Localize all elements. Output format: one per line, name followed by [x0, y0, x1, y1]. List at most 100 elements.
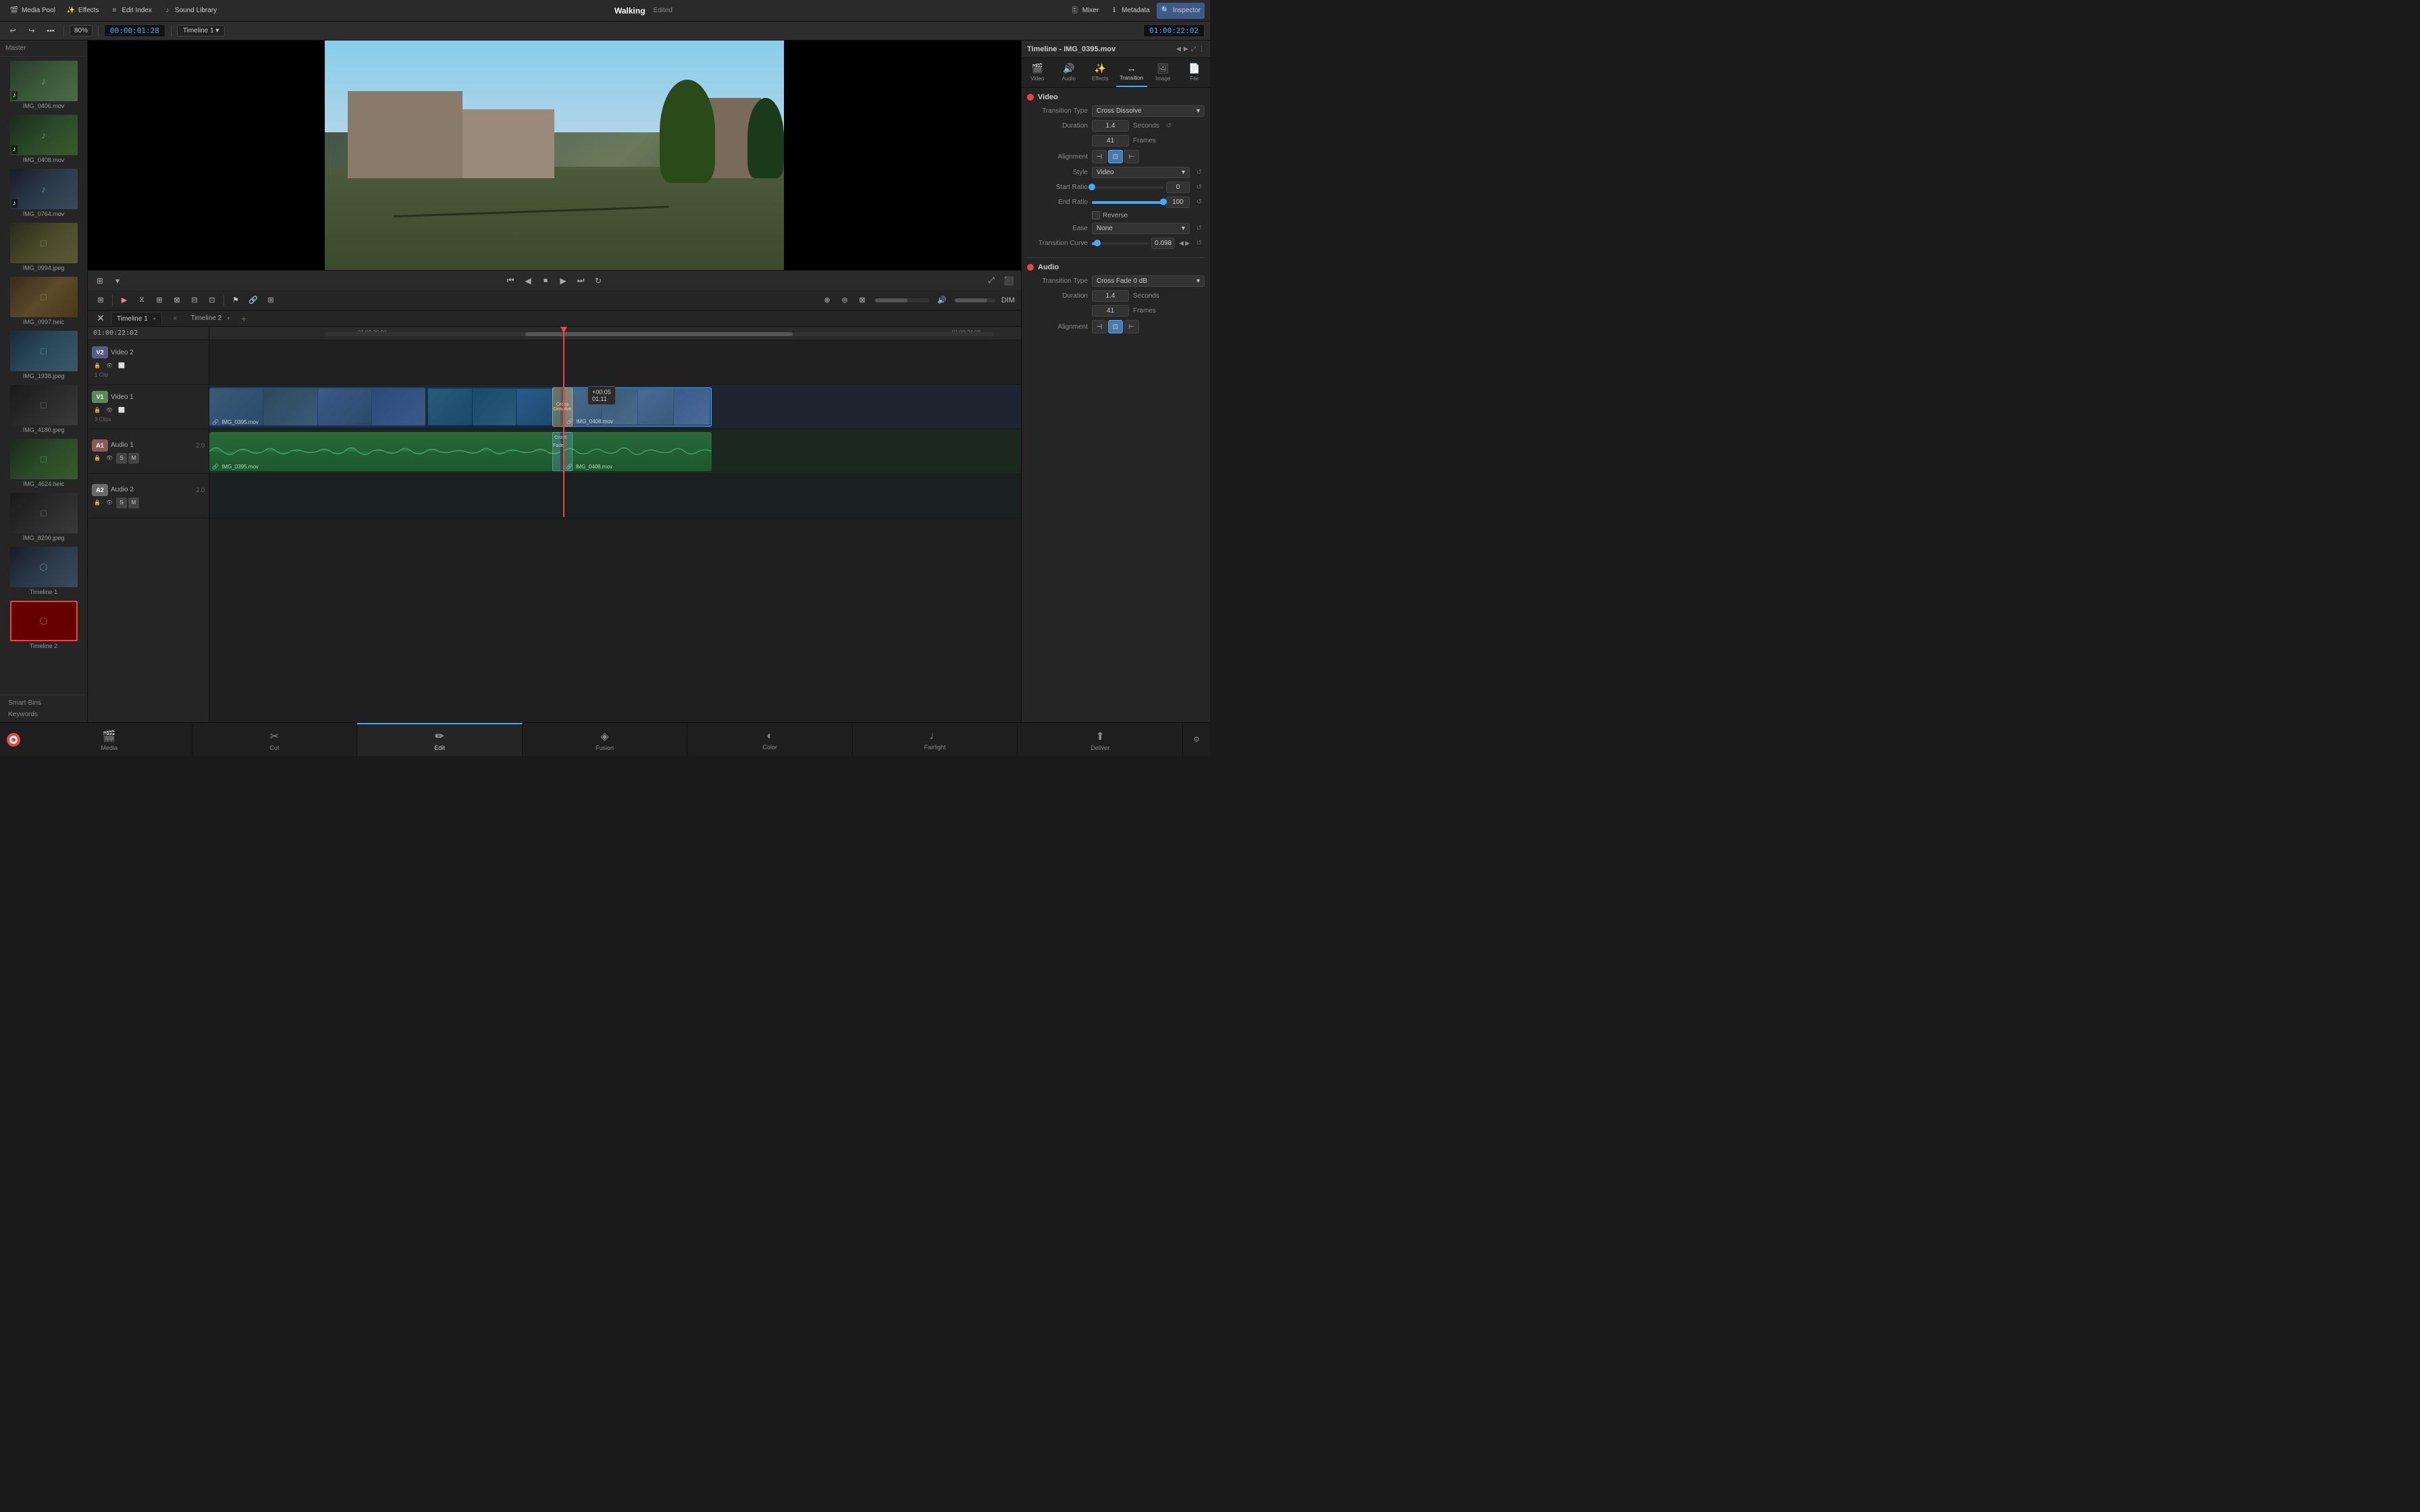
a1-lock-btn[interactable]: 🔒: [92, 453, 103, 464]
media-item-img0764[interactable]: ♪ ♪ IMG_0764.mov: [3, 167, 84, 219]
ext-monitor-btn[interactable]: ⬛: [1002, 274, 1016, 288]
inspector-expand-btn[interactable]: ⤢: [1191, 45, 1196, 53]
tab-cut[interactable]: ✂ Cut: [192, 723, 358, 756]
start-ratio-thumb[interactable]: [1088, 184, 1095, 190]
ease-dropdown[interactable]: None ▾: [1092, 223, 1190, 234]
audio-align-left-btn[interactable]: ⊣: [1092, 320, 1107, 333]
tab-image[interactable]: 🖼 Image: [1147, 58, 1179, 87]
media-item-img1938[interactable]: □ IMG_1938.jpeg: [3, 329, 84, 381]
preview-menu-btn[interactable]: ⊞: [93, 274, 107, 288]
tc-prev[interactable]: ◀: [1179, 240, 1184, 247]
media-item-img0997[interactable]: □ IMG_0997.heic: [3, 275, 84, 327]
tab-timeline2[interactable]: Timeline 2 ▾: [185, 312, 235, 325]
edit-index-btn[interactable]: ≡ Edit Index: [105, 3, 155, 19]
v1-clip-mid[interactable]: [427, 387, 562, 427]
tab-effects[interactable]: ✨ Effects: [1084, 58, 1116, 87]
tab-audio[interactable]: 🔊 Audio: [1053, 58, 1085, 87]
align-left-btn[interactable]: ⊣: [1092, 150, 1107, 163]
zoom-fit-btn[interactable]: ⊠: [855, 293, 870, 308]
add-timeline-btn[interactable]: +: [238, 313, 250, 325]
zoom-in-timeline-btn[interactable]: ⊕: [820, 293, 835, 308]
a1-clip1[interactable]: 🔗 IMG_0395.mov: [209, 432, 560, 471]
v1-eye-btn[interactable]: 👁: [104, 404, 115, 415]
tab-color[interactable]: ◐ Color: [687, 723, 853, 756]
style-dropdown[interactable]: Video ▾: [1092, 167, 1190, 178]
preview-chevron-btn[interactable]: ▾: [111, 274, 124, 288]
tc-input[interactable]: 0.098: [1151, 238, 1175, 249]
a1-m-btn[interactable]: M: [128, 453, 139, 464]
sound-library-btn[interactable]: ♪ Sound Library: [159, 3, 221, 19]
loop-btn[interactable]: ↻: [591, 274, 605, 288]
undo-btn[interactable]: ↩: [5, 24, 20, 38]
skip-to-start-btn[interactable]: ⏮: [504, 274, 517, 288]
a2-lock-btn[interactable]: 🔒: [92, 497, 103, 508]
audio-align-center-btn[interactable]: ⊡: [1108, 320, 1123, 333]
v1-clip-btn[interactable]: ⬜: [116, 404, 127, 415]
inspector-btn[interactable]: 🔍 Inspector: [1157, 3, 1205, 19]
ease-reset-btn[interactable]: ↺: [1194, 223, 1205, 234]
v1-lock-btn[interactable]: 🔒: [92, 404, 103, 415]
audio-vol-btn[interactable]: 🔊: [935, 293, 949, 308]
end-ratio-slider[interactable]: 100: [1092, 196, 1190, 208]
media-item-img0408[interactable]: ♪ ♪ IMG_0408.mov: [3, 113, 84, 165]
align-right-btn[interactable]: ⊢: [1124, 150, 1139, 163]
blade-tool-btn[interactable]: ⧖: [134, 293, 149, 308]
timeline-scrollbar-thumb[interactable]: [525, 332, 793, 336]
settings-btn[interactable]: ⚙: [1183, 735, 1210, 744]
skip-to-end-btn[interactable]: ⏭: [574, 274, 587, 288]
timeline-scrollbar[interactable]: [324, 332, 994, 336]
link-btn[interactable]: 🔗: [246, 293, 261, 308]
tc-thumb[interactable]: [1094, 240, 1101, 246]
start-ratio-track[interactable]: [1092, 186, 1163, 189]
reverse-checkbox-label[interactable]: Reverse: [1092, 211, 1128, 219]
tab-fairlight[interactable]: ♩ Fairlight: [853, 723, 1018, 756]
redo-btn[interactable]: ↪: [24, 24, 39, 38]
tab-timeline1-chevron[interactable]: ▾: [153, 316, 156, 322]
a2-m-btn[interactable]: M: [128, 497, 139, 508]
audio-duration-frames[interactable]: 41: [1092, 305, 1129, 317]
a2-s-btn[interactable]: S: [116, 497, 127, 508]
media-item-timeline1[interactable]: ⬡ Timeline 1: [3, 545, 84, 597]
audio-align-right-btn[interactable]: ⊢: [1124, 320, 1139, 333]
media-item-img4180[interactable]: □ IMG_4180.jpeg: [3, 383, 84, 435]
tab-media[interactable]: 🎬 Media: [27, 723, 192, 756]
ripple-tool-btn[interactable]: ⊟: [187, 293, 202, 308]
more-btn[interactable]: •••: [43, 24, 58, 38]
v1-clip2[interactable]: 🔗 IMG_0408.mov: [563, 387, 712, 427]
reverse-checkbox[interactable]: [1092, 211, 1100, 219]
tab-deliver[interactable]: ⬆ Deliver: [1018, 723, 1183, 756]
duration-seconds-input[interactable]: 1.4: [1092, 120, 1129, 132]
audio-transition-dropdown[interactable]: Cross Fade 0 dB ▾: [1092, 275, 1205, 287]
cross-fade-marker[interactable]: Cross Fade: [552, 432, 573, 471]
a1-s-btn[interactable]: S: [116, 453, 127, 464]
timeline-menu-btn[interactable]: ⊞: [93, 293, 108, 308]
timecode-display[interactable]: 00:00:01:28: [104, 24, 165, 37]
tab-video[interactable]: 🎬 Video: [1022, 58, 1053, 87]
audio-duration-seconds[interactable]: 1.4: [1092, 290, 1129, 302]
tc-next[interactable]: ▶: [1185, 240, 1190, 247]
snap-btn[interactable]: ⊞: [263, 293, 278, 308]
tab-fusion[interactable]: ◈ Fusion: [523, 723, 688, 756]
end-ratio-input[interactable]: 100: [1166, 196, 1190, 208]
end-ratio-reset[interactable]: ↺: [1194, 197, 1205, 208]
v2-eye-btn[interactable]: 👁: [104, 360, 115, 371]
cross-dissolve-marker[interactable]: Cross Dissolve: [552, 387, 573, 427]
metadata-btn[interactable]: ℹ Metadata: [1105, 3, 1154, 19]
play-btn[interactable]: ▶: [556, 274, 570, 288]
trim-tool-btn[interactable]: ⊞: [152, 293, 167, 308]
start-ratio-reset[interactable]: ↺: [1194, 182, 1205, 193]
mixer-btn[interactable]: 🎚 Mixer: [1066, 3, 1103, 19]
a1-eye-btn[interactable]: 👁: [104, 453, 115, 464]
end-ratio-thumb[interactable]: [1160, 198, 1167, 205]
media-item-img0994[interactable]: □ IMG_0994.jpeg: [3, 221, 84, 273]
tab-edit[interactable]: ✏ Edit: [357, 723, 523, 756]
inspector-next-btn[interactable]: ▶: [1184, 45, 1188, 53]
start-ratio-slider[interactable]: 0: [1092, 182, 1190, 193]
step-back-btn[interactable]: ◀: [521, 274, 535, 288]
tab-transition[interactable]: ↔ Transition: [1116, 58, 1148, 87]
tab-file[interactable]: 📄 File: [1179, 58, 1211, 87]
effects-btn[interactable]: ✨ Effects: [62, 3, 103, 19]
media-item-timeline2[interactable]: ⬡ Timeline 2: [3, 599, 84, 651]
v2-clip-btn[interactable]: ⬜: [116, 360, 127, 371]
stop-btn[interactable]: ⏹: [539, 274, 552, 288]
